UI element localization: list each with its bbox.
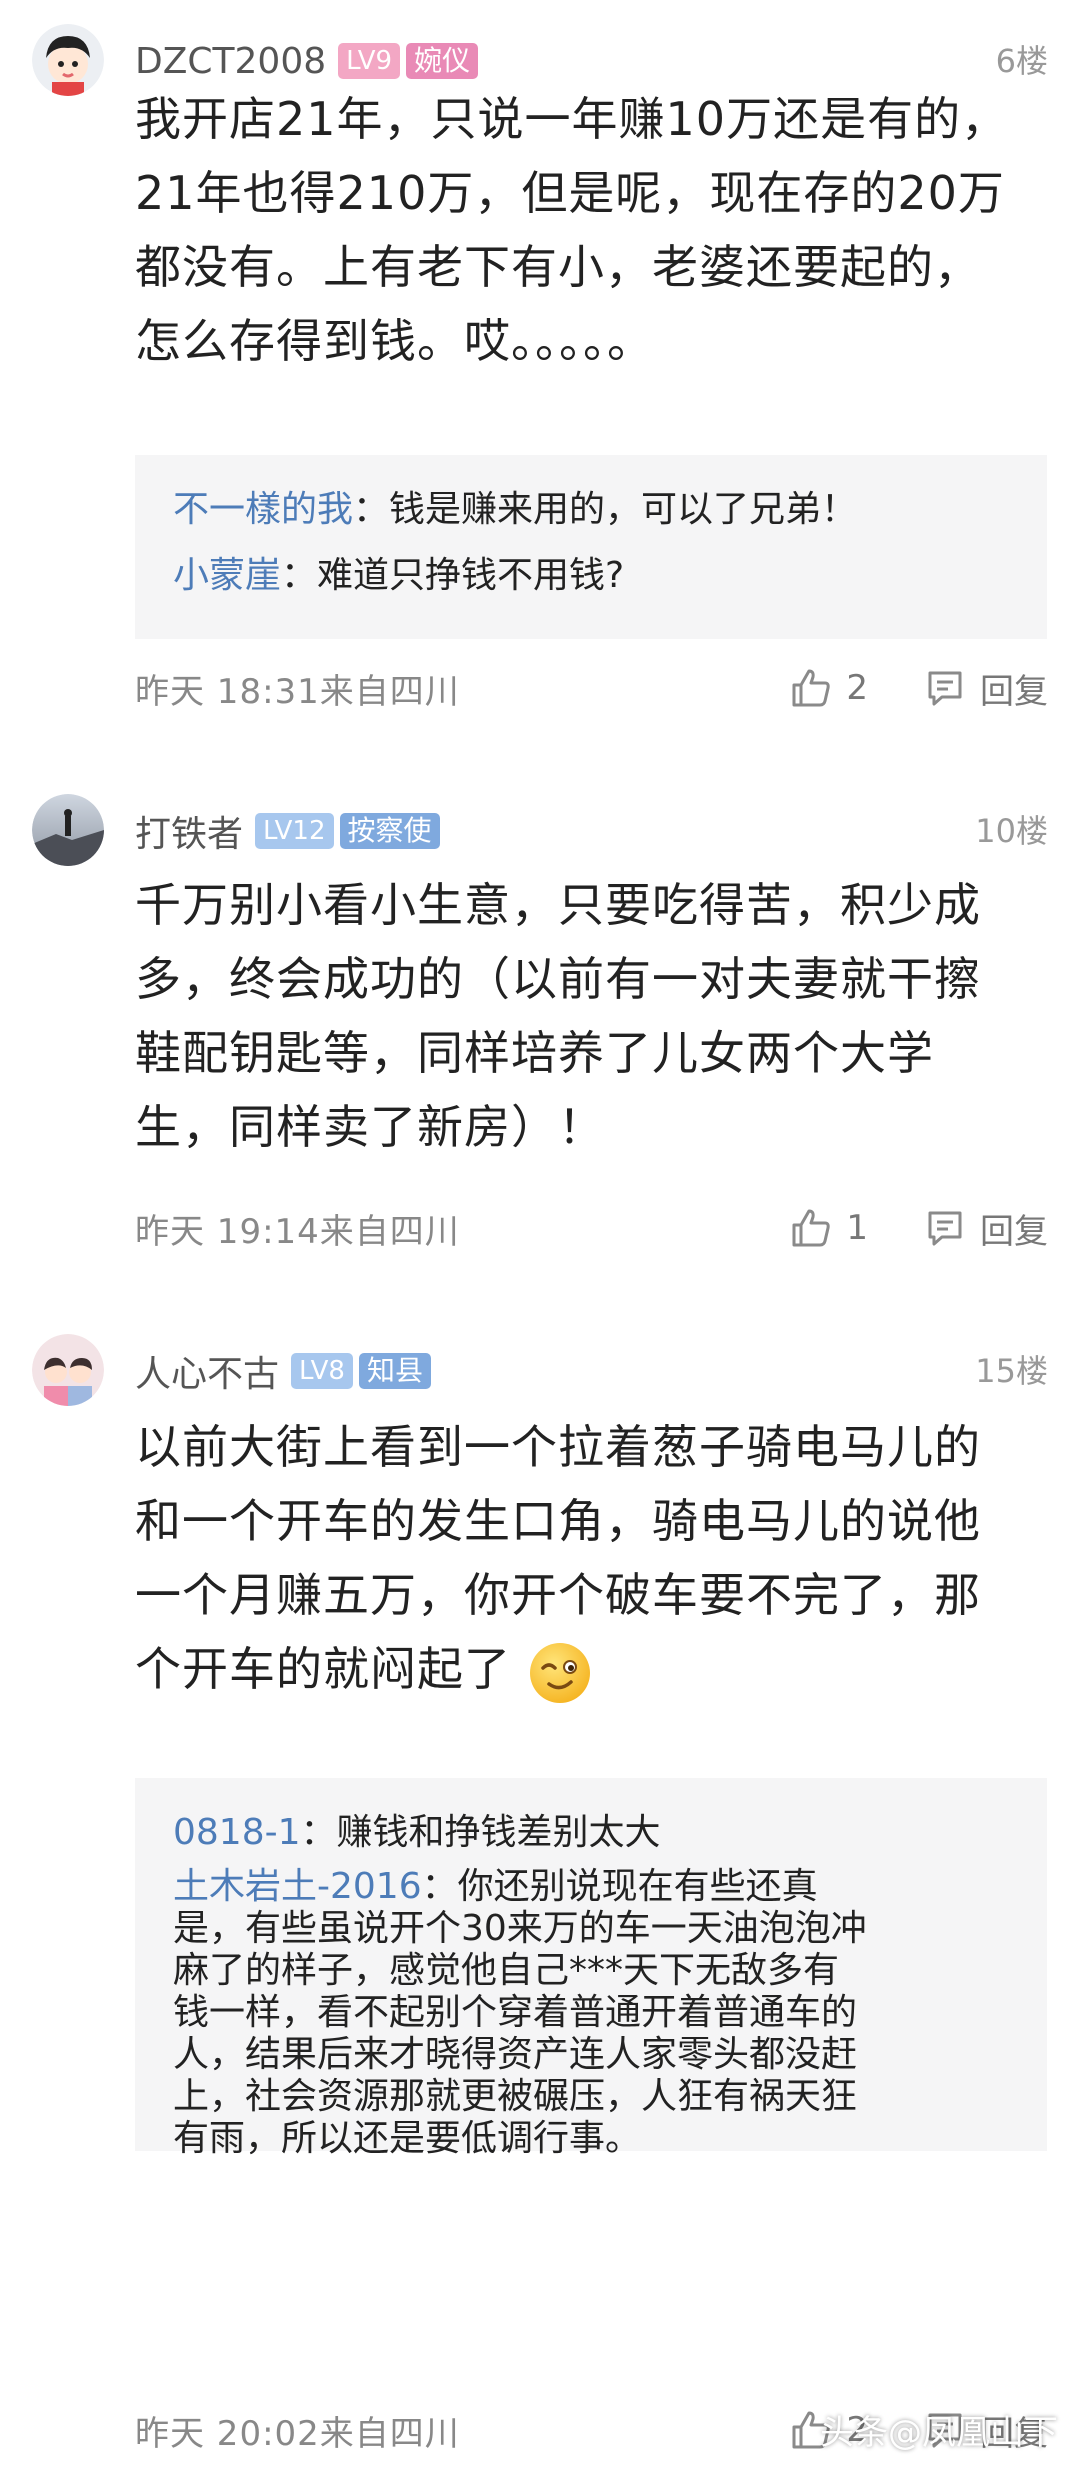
reply-sep: ： [421,1866,458,1907]
reply-sep: ： [281,555,318,596]
reply-text-line: 有雨，所以还是要低调行事。 [173,2118,642,2159]
reply-text: 你还别说现在有些还真 [457,1866,818,1907]
reply-author[interactable]: 0818-1 [173,1812,301,1853]
reply-text: 难道只挣钱不用钱? [317,555,625,596]
comment-line: 一个月赚五万，你开个破车要不完了，那 [135,1568,981,1622]
comment-text: 千万别小看小生意，只要吃得苦，积少成 多，终会成功的（以前有一对夫妻就干擦 鞋配… [135,868,1035,1164]
reply-item: 不一樣的我：钱是赚来用的，可以了兄弟！ [173,477,1009,543]
floor-number: 15楼 [975,1352,1048,1390]
reply-label: 回复 [980,1211,1048,1252]
floor-number: 6楼 [995,42,1048,80]
username[interactable]: DZCT2008 [135,41,326,82]
user-line: 人心不古 LV8 知县 [135,1346,431,1396]
title-badge: 知县 [358,1353,431,1389]
reply-item: 0818-1：赚钱和挣钱差别太大 [173,1800,1009,1866]
wink-emoji-icon [529,1642,590,1703]
comment-line: 怎么存得到钱。哎。。。。。 [135,314,654,368]
title-badge: 婉仪 [406,43,479,79]
comment-line: 21年也得210万，但是呢，现在存的20万 [135,166,1005,220]
thumbs-up-icon [792,1209,831,1247]
reply-label: 回复 [980,671,1048,712]
reply-text: 赚钱和挣钱差别太大 [336,1812,661,1853]
comment-line: 鞋配钥匙等，同样培养了儿女两个大学 [135,1026,934,1080]
comment-line: 多，终会成功的（以前有一对夫妻就干擦 [135,952,981,1006]
comment-meta: 昨天 18:31来自四川 2 回复 [135,658,1048,718]
comment-line: 生，同样卖了新房）！ [135,1100,605,1154]
like-count: 2 [846,668,868,708]
reply-text-line: 是，有些虽说开个30来万的车一天油泡泡冲 [173,1908,867,1949]
timestamp: 昨天 20:02来自四川 [135,2413,460,2454]
watermark-platform: 头条 [820,2413,888,2453]
username[interactable]: 打铁者 [135,805,243,857]
comment-text: 我开店21年，只说一年赚10万还是有的， 21年也得210万，但是呢，现在存的2… [135,82,1035,378]
reply-author[interactable]: 不一樣的我 [173,489,353,530]
reply-text: 钱是赚来用的，可以了兄弟！ [389,489,858,530]
reply-item: 土木岩土-2016：你还别说现在有些还真 是，有些虽说开个30来万的车一天油泡泡… [173,1866,1009,2160]
reply-text-line: 上，社会资源那就更被碾压，人狂有祸天狂 [173,2076,858,2117]
like-button[interactable]: 2 [790,667,868,709]
user-line: DZCT2008 LV9 婉仪 [135,36,479,86]
title-badge: 按察使 [339,813,440,849]
comment-line: 以前大街上看到一个拉着葱子骑电马儿的 [135,1420,981,1474]
timestamp: 昨天 18:31来自四川 [135,671,460,712]
like-button[interactable]: 1 [790,1207,868,1249]
username[interactable]: 人心不古 [135,1345,279,1397]
reply-button[interactable]: 回复 [924,664,1048,713]
level-badge: LV9 [338,43,401,79]
reply-sep: ： [300,1812,337,1853]
reply-box[interactable]: 不一樣的我：钱是赚来用的，可以了兄弟！ 小蒙崖：难道只挣钱不用钱? [135,455,1047,639]
comment-line: 都没有。上有老下有小，老婆还要起的， [135,240,981,294]
timestamp: 昨天 19:14来自四川 [135,1211,460,1252]
reply-author[interactable]: 土木岩土-2016 [173,1866,422,1907]
floor-number: 10楼 [975,812,1048,850]
thumbs-up-icon [792,669,831,707]
reply-button[interactable]: 回复 [924,1204,1048,1253]
comment-line-text: 个开车的就闷起了 [135,1642,511,1696]
reply-box[interactable]: 0818-1：赚钱和挣钱差别太大 土木岩土-2016：你还别说现在有些还真 是，… [135,1778,1047,2159]
comment-line: 个开车的就闷起了 [135,1632,1035,1706]
watermark-handle: @凤凰山下 [888,2413,1058,2453]
reply-author[interactable]: 小蒙崖 [173,555,281,596]
level-badge: LV12 [255,813,334,849]
avatar[interactable] [32,794,104,866]
comment-icon [928,671,962,706]
comment-line: 和一个开车的发生口角，骑电马儿的说他 [135,1494,981,1548]
comment-text: 以前大街上看到一个拉着葱子骑电马儿的 和一个开车的发生口角，骑电马儿的说他 一个… [135,1410,1035,1706]
reply-text-line: 钱一样，看不起别个穿着普通开着普通车的 [173,1992,858,2033]
reply-sep: ： [353,489,390,530]
comment-icon [928,1211,962,1246]
like-count: 1 [846,1208,868,1248]
watermark: 头条 @凤凰山下 [820,2405,1058,2454]
comment-line: 我开店21年，只说一年赚10万还是有的， [135,92,1009,146]
reply-text-line: 麻了的样子，感觉他自己***天下无敌多有 [173,1950,840,1991]
user-line: 打铁者 LV12 按察使 [135,806,440,856]
avatar[interactable] [32,1334,104,1406]
comment-meta: 昨天 19:14来自四川 1 回复 [135,1198,1048,1258]
level-badge: LV8 [291,1353,353,1389]
reply-text-line: 人，结果后来才晓得资产连人家零头都没赶 [173,2034,858,2075]
comment-line: 千万别小看小生意，只要吃得苦，积少成 [135,878,981,932]
avatar[interactable] [32,24,104,96]
reply-item: 小蒙崖：难道只挣钱不用钱? [173,543,1009,609]
